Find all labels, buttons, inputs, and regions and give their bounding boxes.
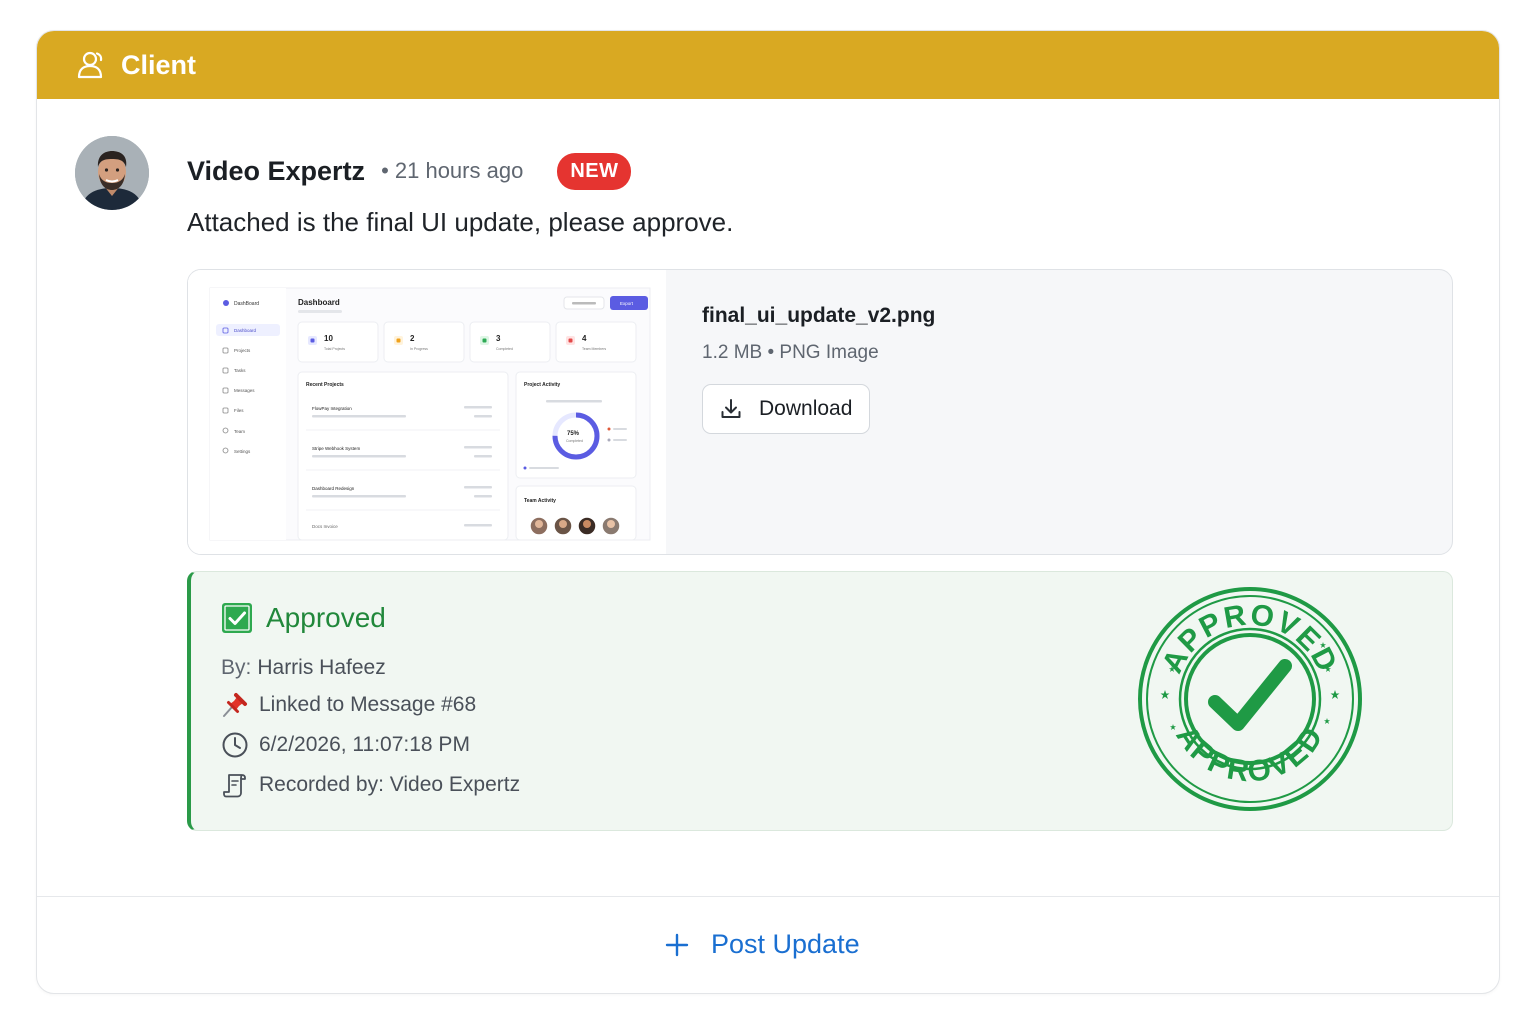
approval-date-row: 6/2/2026, 11:07:18 PM	[221, 731, 470, 759]
avatar[interactable]	[75, 136, 149, 210]
preview-stat-completed: 3	[496, 334, 501, 343]
preview-project-2: Stripe Webhook System	[312, 446, 360, 451]
scroll-document-icon	[223, 774, 246, 798]
preview-project-1: FlowPay Integration	[312, 406, 352, 411]
preview-stat-team-label: Team Members	[582, 347, 606, 351]
post-update-button[interactable]: Post Update	[665, 929, 860, 960]
preview-nav-dashboard: Dashboard	[234, 328, 257, 333]
preview-nav-team: Team	[234, 429, 245, 434]
avatar-photo-icon	[75, 136, 149, 210]
attachment-thumbnail[interactable]: DashBoard Dashboard Projects Tasks Messa…	[188, 270, 666, 554]
approved-by-value: Harris Hafeez	[257, 656, 386, 679]
approved-by-label: By:	[221, 656, 252, 679]
preview-stat-total-label: Total Projects	[324, 347, 345, 351]
attachment-card: DashBoard Dashboard Projects Tasks Messa…	[187, 269, 1453, 555]
approval-title-row: Approved	[221, 602, 386, 634]
preview-brand: DashBoard	[234, 301, 259, 307]
preview-nav-tasks: Tasks	[234, 368, 246, 373]
preview-team-title: Team Activity	[524, 498, 556, 504]
preview-stat-total: 10	[324, 334, 333, 343]
approval-title: Approved	[266, 602, 386, 633]
file-info: final_ui_update_v2.png 1.2 MB • PNG Imag…	[702, 304, 935, 434]
footer-divider	[37, 896, 1499, 897]
plus-icon	[665, 933, 689, 956]
preview-project-4: Docs Invoice	[312, 524, 338, 529]
preview-activity-caption: Completed	[566, 439, 583, 443]
clock-icon	[222, 732, 248, 758]
linked-message-row[interactable]: Linked to Message #68	[221, 691, 476, 719]
preview-stat-team: 4	[582, 334, 587, 343]
new-badge: NEW	[557, 152, 632, 190]
post-update-label: Post Update	[711, 929, 860, 959]
approval-panel: Approved By: Harris Hafeez Linked to Mess…	[187, 571, 1453, 831]
client-thread-card: Client Video Expertz • 21 hours ago NEW …	[36, 30, 1500, 994]
user-icon	[77, 51, 103, 79]
download-button[interactable]: Download	[702, 384, 871, 434]
preview-stat-completed-label: Completed	[496, 347, 513, 351]
stamp-text-bottom: APPROVED	[1169, 720, 1328, 789]
dashboard-preview-image: DashBoard Dashboard Projects Tasks Messa…	[188, 270, 666, 554]
file-meta: 1.2 MB • PNG Image	[702, 342, 879, 363]
preview-top-button: Export	[620, 301, 634, 306]
file-name[interactable]: final_ui_update_v2.png	[702, 304, 935, 328]
post-message: Attached is the final UI update, please …	[187, 207, 734, 237]
approved-by: By: Harris Hafeez	[221, 656, 386, 680]
preview-title: Dashboard	[298, 298, 340, 307]
svg-text:APPROVED: APPROVED	[1169, 720, 1330, 789]
approval-datetime: 6/2/2026, 11:07:18 PM	[259, 733, 470, 756]
preview-activity-title: Project Activity	[524, 382, 560, 388]
preview-nav-messages: Messages	[234, 388, 255, 393]
recorded-by-row: Recorded by: Video Expertz	[221, 771, 520, 799]
linked-message-text: Linked to Message #68	[259, 693, 477, 716]
approved-stamp-icon: APPROVED APPROVED	[1138, 587, 1362, 811]
client-header: Client	[37, 31, 1499, 99]
checkbox-checked-icon	[222, 603, 252, 633]
preview-nav-projects: Projects	[234, 348, 251, 353]
header-title: Client	[121, 49, 197, 80]
preview-recent-title: Recent Projects	[306, 382, 344, 388]
preview-activity-percent: 75%	[567, 431, 580, 437]
preview-nav-settings: Settings	[234, 449, 251, 454]
download-icon	[721, 399, 741, 418]
download-label: Download	[759, 397, 853, 420]
preview-nav-files: Files	[234, 408, 244, 413]
preview-stat-progress-label: In Progress	[410, 347, 428, 351]
preview-project-3: Dashboard Redesign	[312, 486, 355, 491]
post-time: • 21 hours ago	[381, 158, 524, 183]
recorded-by-text: Recorded by: Video Expertz	[259, 773, 521, 796]
preview-stat-progress: 2	[410, 334, 415, 343]
post-meta: Video Expertz • 21 hours ago NEW	[187, 152, 632, 190]
pushpin-icon	[223, 693, 247, 717]
author-name[interactable]: Video Expertz	[187, 156, 365, 187]
